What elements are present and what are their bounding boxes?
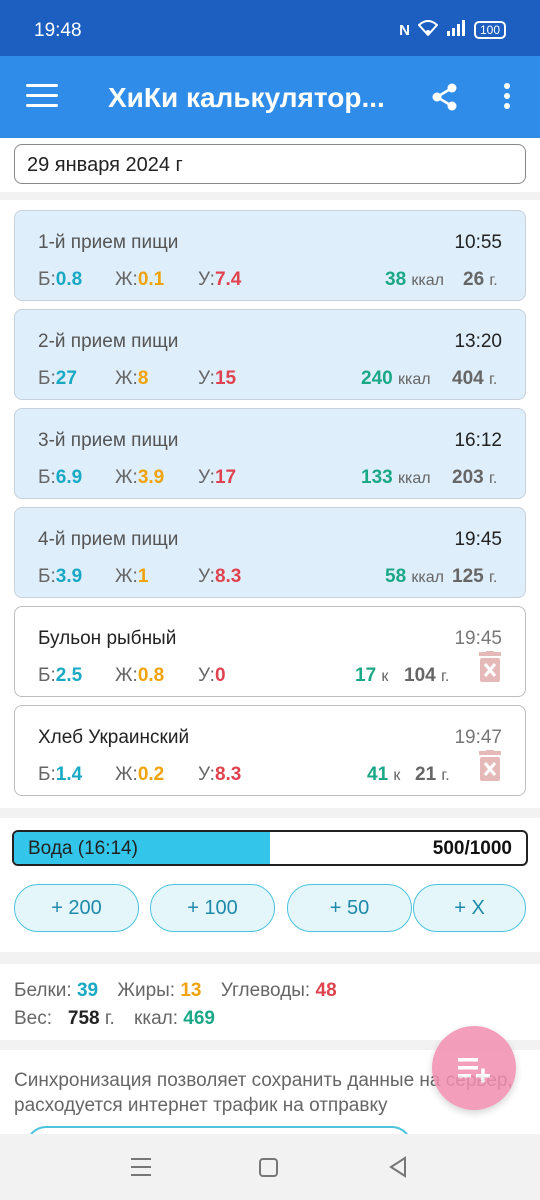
carbs-value: У:0 xyxy=(198,665,226,686)
grams-value: 21 г. xyxy=(415,764,450,785)
carbs-value: У:8.3 xyxy=(198,566,242,587)
kcal-value: 17 к xyxy=(355,665,389,686)
protein-value: Б:6.9 xyxy=(38,467,83,488)
protein-value: Б:27 xyxy=(38,368,77,389)
water-add-100-button[interactable]: + 100 xyxy=(150,884,275,932)
playlist-add-icon xyxy=(458,1058,490,1083)
delete-trash-icon[interactable] xyxy=(478,750,502,782)
fat-value: Ж:0.8 xyxy=(115,665,165,686)
meal-time: 16:12 xyxy=(454,430,502,451)
delete-trash-icon[interactable] xyxy=(478,651,502,683)
signal-icon xyxy=(446,20,466,40)
grams-value: 104 г. xyxy=(404,665,450,686)
fat-value: Ж:0.1 xyxy=(115,269,165,290)
food-item-card-1[interactable]: Бульон рыбный 19:45 Б:2.5 Ж:0.8 У:0 17 к… xyxy=(14,606,526,697)
total-carbs: 48 xyxy=(315,980,337,1001)
kcal-value: 58 ккал xyxy=(385,566,445,587)
water-panel: Вода (16:14) 500/1000 + 200 + 100 + 50 +… xyxy=(0,818,540,952)
water-add-200-button[interactable]: + 200 xyxy=(14,884,139,932)
meals-list: 1-й прием пищи 10:55 Б:0.8 Ж:0.1 У:7.4 3… xyxy=(0,200,540,808)
nfc-icon: N xyxy=(399,21,410,39)
protein-value: Б:3.9 xyxy=(38,566,83,587)
meal-time: 13:20 xyxy=(454,331,502,352)
hamburger-menu-icon[interactable] xyxy=(26,84,58,108)
fat-value: Ж:8 xyxy=(115,368,149,389)
back-icon[interactable] xyxy=(384,1154,414,1180)
meal-name: 4-й прием пищи xyxy=(38,529,179,550)
add-food-fab-button[interactable] xyxy=(432,1026,516,1110)
food-time: 19:45 xyxy=(454,628,502,649)
meal-name: 2-й прием пищи xyxy=(38,331,179,352)
app-title: ХиКи калькулятор... xyxy=(108,82,385,113)
battery-icon: 100 xyxy=(473,21,506,39)
kcal-value: 133 ккал xyxy=(361,467,431,488)
protein-value: Б:0.8 xyxy=(38,269,83,290)
fat-value: Ж:3.9 xyxy=(115,467,165,488)
meal-name: 3-й прием пищи xyxy=(38,430,179,451)
food-name: Бульон рыбный xyxy=(38,628,177,649)
water-label: Вода (16:14) xyxy=(28,838,138,859)
meal-time: 19:45 xyxy=(454,529,502,550)
weight-kcal-summary: Вес: 758 г. ккал: 469 xyxy=(14,1008,215,1029)
water-progress-bar[interactable]: Вода (16:14) 500/1000 xyxy=(12,830,528,866)
fat-value: Ж:1 xyxy=(115,566,149,587)
water-add-custom-button[interactable]: + X xyxy=(413,884,526,932)
status-icons: N 100 xyxy=(399,20,506,40)
wifi-icon xyxy=(417,20,439,40)
fat-value: Ж:0.2 xyxy=(115,764,165,785)
food-item-card-2[interactable]: Хлеб Украинский 19:47 Б:1.4 Ж:0.2 У:8.3 … xyxy=(14,705,526,796)
date-field[interactable]: 29 января 2024 г xyxy=(14,144,526,184)
protein-value: Б:1.4 xyxy=(38,764,83,785)
water-add-50-button[interactable]: + 50 xyxy=(287,884,412,932)
meal-card-2[interactable]: 2-й прием пищи 13:20 Б:27 Ж:8 У:15 240 к… xyxy=(14,309,526,400)
carbs-value: У:17 xyxy=(198,467,237,488)
meal-name: 1-й прием пищи xyxy=(38,232,179,253)
meal-card-4[interactable]: 4-й прием пищи 19:45 Б:3.9 Ж:1 У:8.3 58 … xyxy=(14,507,526,598)
carbs-value: У:15 xyxy=(198,368,237,389)
total-kcal: 469 xyxy=(183,1008,215,1029)
meal-time: 10:55 xyxy=(454,232,502,253)
total-fat: 13 xyxy=(180,980,202,1001)
grams-value: 404 г. xyxy=(452,368,498,389)
status-bar: 19:48 N 100 xyxy=(0,0,540,56)
recent-apps-icon[interactable] xyxy=(126,1154,156,1180)
meal-card-1[interactable]: 1-й прием пищи 10:55 Б:0.8 Ж:0.1 У:7.4 3… xyxy=(14,210,526,301)
grams-value: 26 г. xyxy=(463,269,498,290)
food-time: 19:47 xyxy=(454,727,502,748)
system-nav-bar xyxy=(0,1134,540,1200)
carbs-value: У:7.4 xyxy=(198,269,242,290)
total-weight: 758 xyxy=(67,1008,100,1029)
protein-value: Б:2.5 xyxy=(38,665,83,686)
food-name: Хлеб Украинский xyxy=(38,727,190,748)
grams-value: 125 г. xyxy=(452,566,498,587)
grams-value: 203 г. xyxy=(452,467,498,488)
carbs-value: У:8.3 xyxy=(198,764,242,785)
kcal-value: 240 ккал xyxy=(361,368,431,389)
share-icon[interactable] xyxy=(430,81,460,113)
water-value: 500/1000 xyxy=(432,838,512,859)
status-time: 19:48 xyxy=(34,20,82,41)
kcal-value: 41 к xyxy=(367,764,401,785)
app-bar: ХиКи калькулятор... xyxy=(0,56,540,138)
macros-summary: Белки: 39 Жиры: 13 Углеводы: 48 xyxy=(14,980,337,1001)
total-protein: 39 xyxy=(76,980,99,1001)
kcal-value: 38 ккал xyxy=(385,269,445,290)
more-options-icon[interactable] xyxy=(496,81,518,113)
home-icon[interactable] xyxy=(254,1154,284,1180)
date-panel: 29 января 2024 г xyxy=(0,138,540,192)
meal-card-3[interactable]: 3-й прием пищи 16:12 Б:6.9 Ж:3.9 У:17 13… xyxy=(14,408,526,499)
